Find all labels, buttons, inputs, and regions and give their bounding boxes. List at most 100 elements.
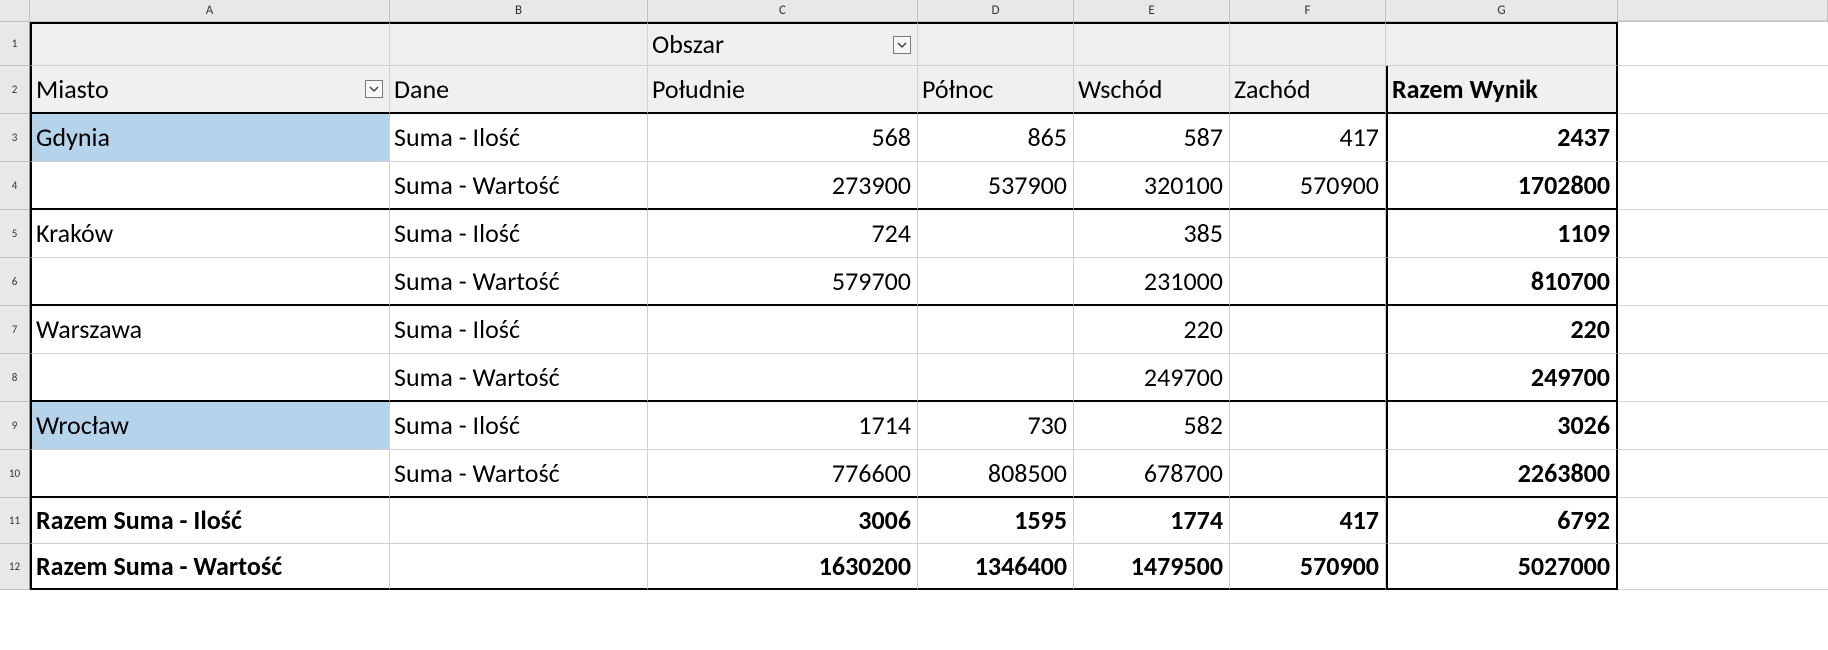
cell-C7[interactable]: [648, 306, 918, 354]
col-header-A[interactable]: A: [30, 0, 390, 21]
cell-C5[interactable]: 724: [648, 210, 918, 258]
cell-C2[interactable]: Południe: [648, 66, 918, 114]
cell-C8[interactable]: [648, 354, 918, 402]
cell-A1[interactable]: [30, 22, 390, 66]
cell-G4[interactable]: 1702800: [1386, 162, 1618, 210]
cell-F3[interactable]: 417: [1230, 114, 1386, 162]
cell-F9[interactable]: [1230, 402, 1386, 450]
cell-A5[interactable]: Kraków: [30, 210, 390, 258]
cell-C12[interactable]: 1630200: [648, 544, 918, 590]
cell-D10[interactable]: 808500: [918, 450, 1074, 498]
cell-E2[interactable]: Wschód: [1074, 66, 1230, 114]
cell-E3[interactable]: 587: [1074, 114, 1230, 162]
cell-A3[interactable]: Gdynia: [30, 114, 390, 162]
cell-B5[interactable]: Suma - Ilość: [390, 210, 648, 258]
cell-D3[interactable]: 865: [918, 114, 1074, 162]
cell-G1[interactable]: [1386, 22, 1618, 66]
cell-F1[interactable]: [1230, 22, 1386, 66]
cell-A2[interactable]: Miasto: [30, 66, 390, 114]
cell-B8[interactable]: Suma - Wartość: [390, 354, 648, 402]
col-header-D[interactable]: D: [918, 0, 1074, 21]
cell-D11[interactable]: 1595: [918, 498, 1074, 544]
cell-A7[interactable]: Warszawa: [30, 306, 390, 354]
cell-C9[interactable]: 1714: [648, 402, 918, 450]
cell-E10[interactable]: 678700: [1074, 450, 1230, 498]
cell-C6[interactable]: 579700: [648, 258, 918, 306]
cell-B12[interactable]: [390, 544, 648, 590]
cell-G10[interactable]: 2263800: [1386, 450, 1618, 498]
cell-G12[interactable]: 5027000: [1386, 544, 1618, 590]
cell-D1[interactable]: [918, 22, 1074, 66]
cell-G11[interactable]: 6792: [1386, 498, 1618, 544]
cell-E12[interactable]: 1479500: [1074, 544, 1230, 590]
row-header-5[interactable]: 5: [0, 210, 30, 258]
cell-E6[interactable]: 231000: [1074, 258, 1230, 306]
row-field-dropdown[interactable]: [365, 80, 383, 98]
row-header-2[interactable]: 2: [0, 66, 30, 114]
cell-G7[interactable]: 220: [1386, 306, 1618, 354]
cell-D8[interactable]: [918, 354, 1074, 402]
col-header-B[interactable]: B: [390, 0, 648, 21]
cell-A10[interactable]: [30, 450, 390, 498]
cell-B10[interactable]: Suma - Wartość: [390, 450, 648, 498]
cell-F12[interactable]: 570900: [1230, 544, 1386, 590]
page-field-dropdown[interactable]: [893, 36, 911, 54]
row-header-1[interactable]: 1: [0, 22, 30, 66]
cell-D2[interactable]: Północ: [918, 66, 1074, 114]
cell-A9[interactable]: Wrocław: [30, 402, 390, 450]
cell-F7[interactable]: [1230, 306, 1386, 354]
col-header-G[interactable]: G: [1386, 0, 1618, 21]
cell-F11[interactable]: 417: [1230, 498, 1386, 544]
cell-A4[interactable]: [30, 162, 390, 210]
cell-B1[interactable]: [390, 22, 648, 66]
cell-D6[interactable]: [918, 258, 1074, 306]
cell-E1[interactable]: [1074, 22, 1230, 66]
row-header-7[interactable]: 7: [0, 306, 30, 354]
cell-B2[interactable]: Dane: [390, 66, 648, 114]
cell-D5[interactable]: [918, 210, 1074, 258]
cell-F8[interactable]: [1230, 354, 1386, 402]
cell-D12[interactable]: 1346400: [918, 544, 1074, 590]
col-header-C[interactable]: C: [648, 0, 918, 21]
cell-A8[interactable]: [30, 354, 390, 402]
row-header-3[interactable]: 3: [0, 114, 30, 162]
row-header-9[interactable]: 9: [0, 402, 30, 450]
row-header-10[interactable]: 10: [0, 450, 30, 498]
cell-B9[interactable]: Suma - Ilość: [390, 402, 648, 450]
selectall-corner[interactable]: [0, 0, 30, 21]
cell-B6[interactable]: Suma - Wartość: [390, 258, 648, 306]
row-header-4[interactable]: 4: [0, 162, 30, 210]
cell-G8[interactable]: 249700: [1386, 354, 1618, 402]
row-header-11[interactable]: 11: [0, 498, 30, 544]
cell-D7[interactable]: [918, 306, 1074, 354]
cell-A6[interactable]: [30, 258, 390, 306]
cell-E4[interactable]: 320100: [1074, 162, 1230, 210]
cell-D4[interactable]: 537900: [918, 162, 1074, 210]
cell-F4[interactable]: 570900: [1230, 162, 1386, 210]
col-header-E[interactable]: E: [1074, 0, 1230, 21]
cell-B7[interactable]: Suma - Ilość: [390, 306, 648, 354]
cell-A11[interactable]: Razem Suma - Ilość: [30, 498, 390, 544]
cell-C4[interactable]: 273900: [648, 162, 918, 210]
cell-G6[interactable]: 810700: [1386, 258, 1618, 306]
cell-F2[interactable]: Zachód: [1230, 66, 1386, 114]
cell-E9[interactable]: 582: [1074, 402, 1230, 450]
cell-A12[interactable]: Razem Suma - Wartość: [30, 544, 390, 590]
cell-E7[interactable]: 220: [1074, 306, 1230, 354]
cell-C1[interactable]: Obszar: [648, 22, 918, 66]
cell-B4[interactable]: Suma - Wartość: [390, 162, 648, 210]
cell-F10[interactable]: [1230, 450, 1386, 498]
cell-F5[interactable]: [1230, 210, 1386, 258]
cell-G5[interactable]: 1109: [1386, 210, 1618, 258]
cell-C11[interactable]: 3006: [648, 498, 918, 544]
cell-B11[interactable]: [390, 498, 648, 544]
cell-G2[interactable]: Razem Wynik: [1386, 66, 1618, 114]
cell-B3[interactable]: Suma - Ilość: [390, 114, 648, 162]
cell-C10[interactable]: 776600: [648, 450, 918, 498]
row-header-8[interactable]: 8: [0, 354, 30, 402]
cell-G3[interactable]: 2437: [1386, 114, 1618, 162]
cell-C3[interactable]: 568: [648, 114, 918, 162]
row-header-6[interactable]: 6: [0, 258, 30, 306]
cell-G9[interactable]: 3026: [1386, 402, 1618, 450]
cell-D9[interactable]: 730: [918, 402, 1074, 450]
